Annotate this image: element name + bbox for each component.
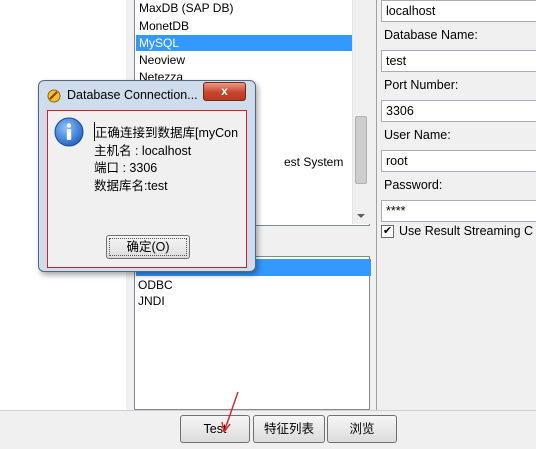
scroll-down-icon[interactable] bbox=[357, 214, 365, 218]
message-box-body: 正确连接到数据库[myCon 主机名 : localhost 端口 : 3306… bbox=[47, 110, 247, 268]
close-button[interactable]: x bbox=[203, 82, 246, 101]
list-item[interactable]: Neoview bbox=[138, 52, 353, 68]
scrollbar-thumb[interactable] bbox=[355, 116, 367, 184]
list-item[interactable]: MonetDB bbox=[138, 18, 353, 34]
database-connection-message-box: Database Connection... x 正确连接到数据库[myCon … bbox=[38, 80, 256, 272]
message-line-connected: 正确连接到数据库[myCon bbox=[94, 122, 238, 141]
result-streaming-label: Use Result Streaming C bbox=[399, 224, 534, 238]
list-item[interactable]: JNDI bbox=[138, 293, 165, 309]
ok-button[interactable]: 确定(O) bbox=[106, 235, 190, 259]
list-item[interactable]: MaxDB (SAP DB) bbox=[138, 0, 353, 16]
browse-button[interactable]: 浏览 bbox=[327, 415, 397, 443]
info-icon bbox=[54, 117, 84, 147]
user-name-field[interactable]: root bbox=[381, 150, 536, 172]
result-streaming-checkbox[interactable]: ✔ bbox=[381, 225, 394, 238]
focus-rectangle bbox=[109, 238, 187, 256]
user-name-label: User Name: bbox=[384, 128, 451, 142]
port-number-label: Port Number: bbox=[384, 78, 459, 92]
app-icon bbox=[47, 89, 61, 103]
database-name-field[interactable]: test bbox=[381, 50, 536, 72]
test-button[interactable]: Test bbox=[180, 415, 250, 443]
port-number-field[interactable]: 3306 bbox=[381, 100, 536, 122]
database-name-label: Database Name: bbox=[384, 28, 478, 42]
password-label: Password: bbox=[384, 178, 443, 192]
message-line-database: 数据库名:test bbox=[94, 179, 168, 193]
feature-list-button[interactable]: 特征列表 bbox=[253, 415, 325, 443]
list-item-selected[interactable]: MySQL bbox=[136, 35, 353, 51]
message-box-title: Database Connection... bbox=[67, 88, 198, 102]
host-name-field[interactable]: localhost bbox=[381, 0, 536, 22]
driver-list-scrollbar[interactable] bbox=[352, 0, 370, 224]
password-field[interactable]: **** bbox=[381, 200, 536, 222]
access-type-list[interactable]: ODBC JNDI bbox=[134, 256, 371, 410]
connection-settings-form: localhost Database Name: test Port Numbe… bbox=[377, 0, 536, 410]
list-item[interactable]: ODBC bbox=[138, 277, 173, 293]
message-line-port: 端口 : 3306 bbox=[94, 161, 158, 175]
